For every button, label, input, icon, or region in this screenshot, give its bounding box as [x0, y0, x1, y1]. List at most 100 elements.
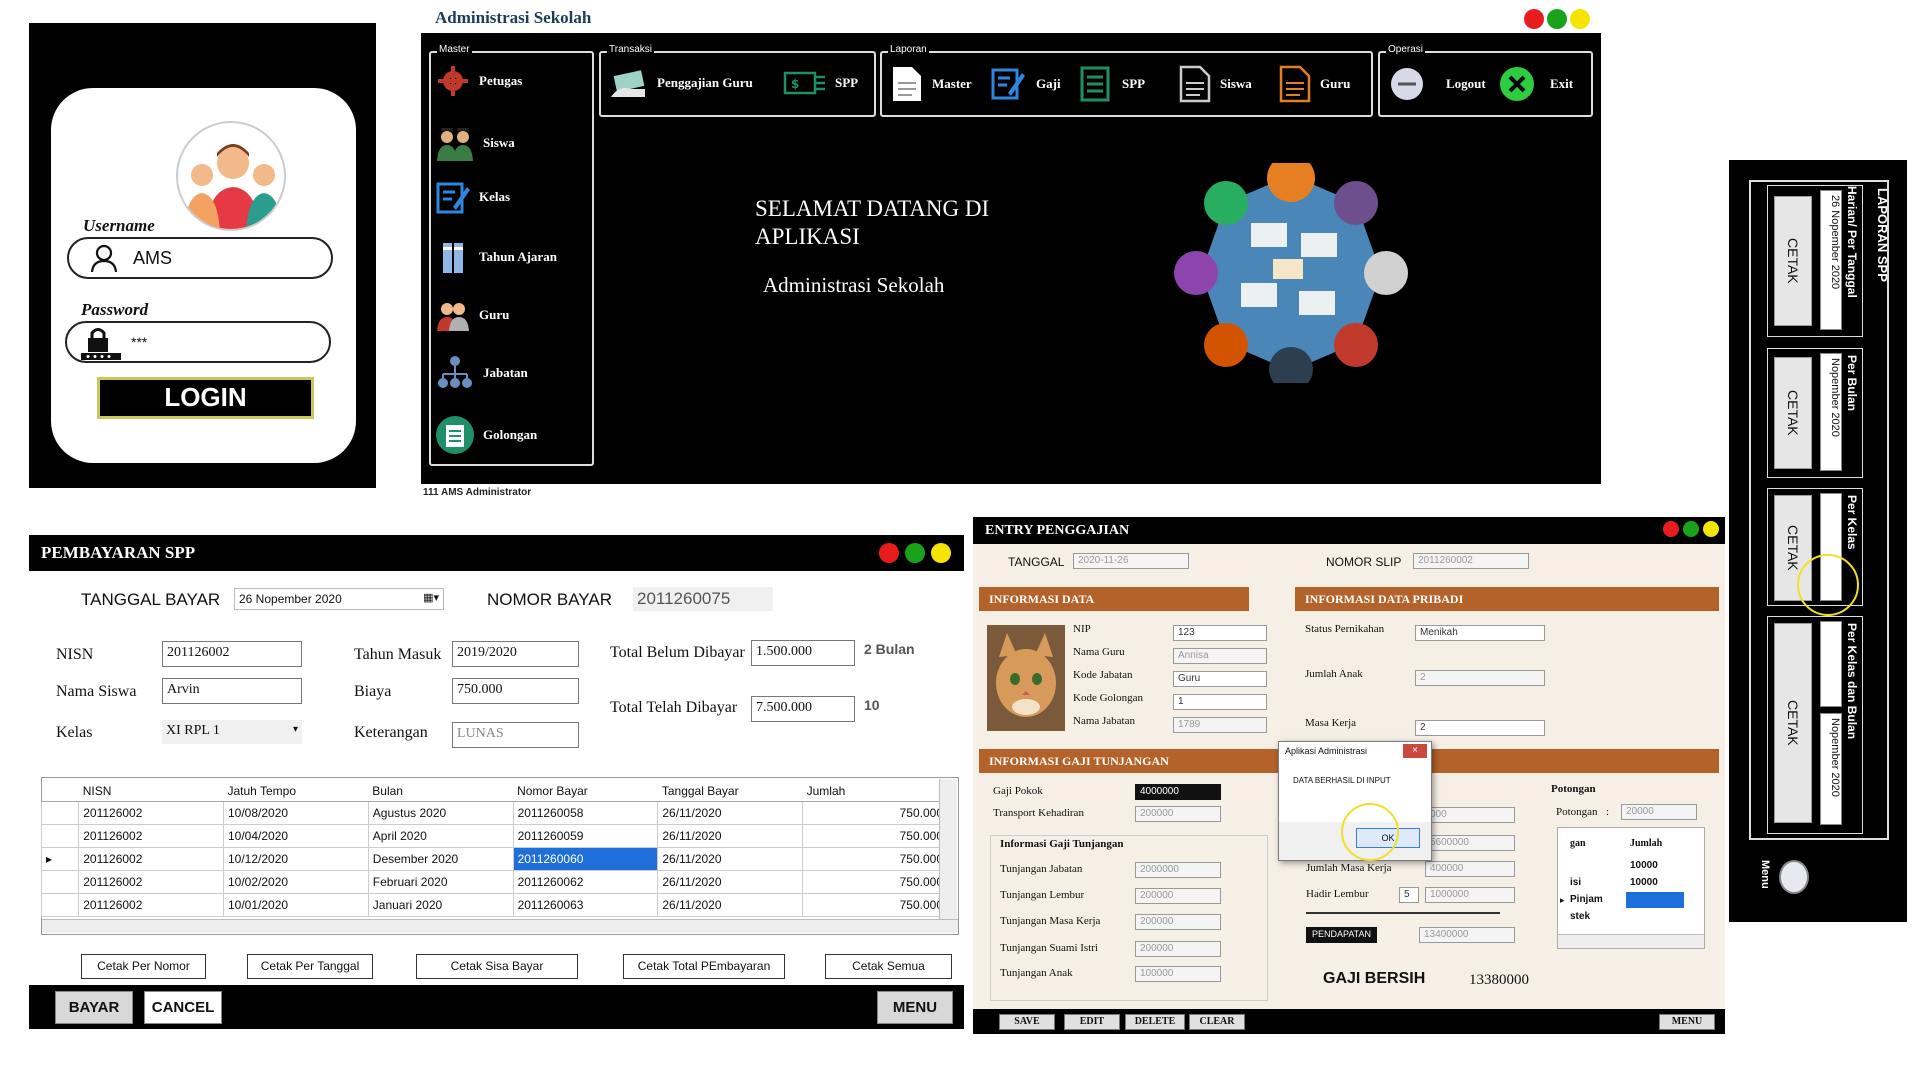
tunj-lembur-input[interactable]: 200000 — [1135, 888, 1221, 904]
tunj-jabatan-input[interactable]: 2000000 — [1135, 862, 1221, 878]
cell-jatuh-tempo[interactable]: 10/02/2020 — [223, 869, 369, 894]
tanggal-bayar-picker[interactable]: 26 Nopember 2020 ▦▾ — [234, 588, 444, 610]
table-row[interactable]: 201126002 10/08/2020 Agustus 2020 201126… — [40, 800, 948, 825]
tahun-masuk-input[interactable]: 2019/2020 — [452, 641, 579, 667]
menu-petugas[interactable]: Petugas — [435, 63, 522, 99]
nomor-slip-input[interactable]: 2011260002 — [1413, 553, 1529, 569]
hadir-lembur-count-input[interactable]: 5 — [1399, 887, 1419, 903]
per-bulan-date-field[interactable]: Nopember 2020 — [1820, 353, 1842, 471]
cell-tanggal-bayar[interactable]: 26/11/2020 — [657, 823, 804, 848]
cell-nisn[interactable]: 201126002 — [78, 869, 224, 894]
cell-nomor-bayar[interactable]: 2011260062 — [512, 869, 659, 894]
potongan-input[interactable]: 20000 — [1621, 804, 1697, 820]
cetak-per-nomor-button[interactable]: Cetak Per Nomor — [81, 954, 206, 979]
cell-jumlah[interactable]: 750.000 — [802, 869, 948, 894]
menu-penggajian-guru[interactable]: Penggajian Guru — [609, 67, 753, 99]
cetak-total-pembayaran-button[interactable]: Cetak Total PEmbayaran — [623, 954, 785, 979]
table-row[interactable]: 201126002 10/04/2020 April 2020 20112600… — [40, 823, 948, 848]
mid-value-1[interactable]: 000 — [1425, 807, 1515, 823]
jumlah-anak-input[interactable]: 2 — [1415, 670, 1545, 686]
cetak-harian-button[interactable]: CETAK — [1774, 196, 1812, 326]
login-button[interactable]: LOGIN — [97, 377, 314, 419]
total-belum-input[interactable]: 1.500.000 — [751, 640, 855, 666]
horizontal-scrollbar[interactable] — [42, 919, 958, 933]
pendapatan-input[interactable]: 13400000 — [1419, 927, 1515, 943]
status-pernikahan-input[interactable]: Menikah — [1415, 625, 1545, 641]
menu-round-button[interactable] — [1779, 860, 1809, 894]
menu-laporan-master[interactable]: Master — [890, 65, 972, 103]
gaji-minimize-dot-icon[interactable] — [1703, 521, 1719, 537]
nisn-input[interactable]: 201126002 — [162, 641, 302, 667]
cell-jumlah[interactable]: 750.000 — [802, 800, 948, 825]
cetak-per-kelas-bulan-button[interactable]: CETAK — [1774, 623, 1812, 823]
bayar-button[interactable]: BAYAR — [55, 991, 133, 1024]
col-jumlah[interactable]: Jumlah — [802, 781, 948, 802]
menu-guru[interactable]: Guru — [435, 297, 509, 333]
spp-close-dot-icon[interactable] — [879, 543, 899, 563]
mid-value-2[interactable]: 5600000 — [1425, 835, 1515, 851]
pot-row-3-selected[interactable] — [1626, 892, 1684, 908]
cell-nomor-bayar[interactable]: 2011260063 — [512, 892, 659, 917]
minimize-dot-icon[interactable] — [1570, 9, 1590, 29]
biaya-input[interactable]: 750.000 — [452, 678, 579, 704]
cell-bulan[interactable]: Agustus 2020 — [367, 800, 514, 825]
gaji-pokok-input[interactable]: 4000000 — [1135, 784, 1221, 800]
cell-jatuh-tempo[interactable]: 10/01/2020 — [223, 892, 369, 917]
col-bulan[interactable]: Bulan — [368, 781, 514, 802]
cell-nomor-bayar[interactable]: 2011260059 — [512, 823, 659, 848]
masa-kerja-input[interactable]: 2 — [1415, 720, 1545, 736]
cell-nomor-bayar[interactable]: 2011260058 — [512, 800, 659, 825]
transport-input[interactable]: 200000 — [1135, 806, 1221, 822]
menu-siswa[interactable]: Siswa — [435, 125, 515, 161]
cell-bulan[interactable]: Desember 2020 — [367, 846, 514, 871]
gaji-close-dot-icon[interactable] — [1663, 521, 1679, 537]
menu-logout[interactable]: Logout — [1388, 65, 1486, 103]
cell-nisn[interactable]: 201126002 — [78, 823, 224, 848]
spp-maximize-dot-icon[interactable] — [905, 543, 925, 563]
cell-jumlah[interactable]: 750.000 — [802, 892, 948, 917]
close-dot-icon[interactable] — [1524, 9, 1544, 29]
cell-jatuh-tempo[interactable]: 10/12/2020 — [223, 846, 369, 871]
tunj-suami-input[interactable]: 200000 — [1135, 941, 1221, 957]
gaji-tanggal-input[interactable]: 2020-11-26 — [1073, 553, 1189, 569]
pot-scrollbar[interactable] — [1558, 934, 1704, 948]
spp-menu-button[interactable]: MENU — [877, 991, 953, 1024]
table-row[interactable]: 201126002 10/02/2020 Februari 2020 20112… — [40, 869, 948, 894]
cell-jatuh-tempo[interactable]: 10/04/2020 — [223, 823, 369, 848]
cell-bulan[interactable]: April 2020 — [367, 823, 514, 848]
cell-jatuh-tempo[interactable]: 10/08/2020 — [223, 800, 369, 825]
cell-tanggal-bayar[interactable]: 26/11/2020 — [657, 869, 804, 894]
gaji-maximize-dot-icon[interactable] — [1683, 521, 1699, 537]
nama-jabatan-input[interactable]: 1789 — [1173, 717, 1267, 733]
jumlah-masa-kerja-input[interactable]: 400000 — [1425, 861, 1515, 877]
menu-exit[interactable]: Exit — [1498, 65, 1573, 103]
per-kelas-bulan-date-field[interactable]: Nopember 2020 — [1820, 713, 1842, 825]
cell-bulan[interactable]: Februari 2020 — [367, 869, 514, 894]
cetak-per-tanggal-button[interactable]: Cetak Per Tanggal — [247, 954, 373, 979]
cetak-per-bulan-button[interactable]: CETAK — [1774, 357, 1812, 469]
menu-jabatan[interactable]: Jabatan — [435, 355, 528, 391]
username-field[interactable]: AMS — [67, 237, 333, 279]
cancel-button[interactable]: CANCEL — [144, 991, 222, 1024]
col-jatuh-tempo[interactable]: Jatuh Tempo — [223, 781, 369, 802]
tunj-anak-input[interactable]: 100000 — [1135, 966, 1221, 982]
kelas-select[interactable]: XI RPL 1 ▾ — [162, 720, 302, 744]
spp-minimize-dot-icon[interactable] — [931, 543, 951, 563]
menu-kelas[interactable]: Kelas — [435, 179, 510, 215]
maximize-dot-icon[interactable] — [1547, 9, 1567, 29]
cell-nisn[interactable]: 201126002 — [78, 800, 224, 825]
col-nisn[interactable]: NISN — [78, 781, 224, 802]
cell-nisn[interactable]: 201126002 — [78, 846, 224, 871]
menu-laporan-spp[interactable]: SPP — [1076, 65, 1145, 103]
password-field[interactable]: *** — [65, 321, 331, 363]
cell-tanggal-bayar[interactable]: 26/11/2020 — [657, 800, 804, 825]
tunj-masa-input[interactable]: 200000 — [1135, 914, 1221, 930]
vertical-scrollbar[interactable] — [939, 779, 957, 919]
menu-laporan-siswa[interactable]: Siswa — [1178, 65, 1252, 103]
menu-tahun-ajaran[interactable]: Tahun Ajaran — [435, 239, 557, 275]
cell-nomor-bayar-selected[interactable]: 2011260060 — [512, 846, 659, 871]
keterangan-input[interactable]: LUNAS — [452, 722, 579, 748]
menu-transaksi-spp[interactable]: $ SPP — [783, 67, 858, 99]
kode-jabatan-input[interactable]: Guru — [1173, 671, 1267, 687]
kode-golongan-input[interactable]: 1 — [1173, 694, 1267, 710]
